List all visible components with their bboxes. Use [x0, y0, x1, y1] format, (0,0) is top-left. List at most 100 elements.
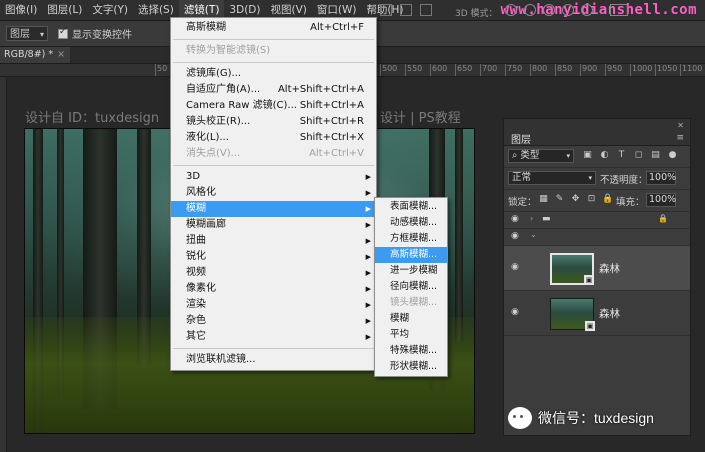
filter-menu-item[interactable]: 杂色 ▶ [171, 313, 376, 329]
blend-mode-dropdown[interactable]: 正常 ▾ [508, 171, 596, 185]
filter-menu-item[interactable]: 其它 ▶ [171, 329, 376, 345]
layer-name[interactable]: 森林 [599, 306, 620, 321]
show-transform-checkbox[interactable] [58, 27, 68, 39]
filter-toggle-icon[interactable]: ● [667, 150, 678, 161]
filter-menu-item[interactable]: 像素化 ▶ [171, 281, 376, 297]
adjustment-filter-icon[interactable]: ◐ [599, 150, 610, 161]
align-right-icon[interactable] [420, 4, 432, 16]
slide-3d-icon[interactable] [562, 4, 574, 16]
filter-menu-item-label: 液化(L)... [186, 132, 229, 143]
scale-3d-icon[interactable] [581, 4, 593, 16]
smart-object-filter-icon[interactable]: ▤ [650, 150, 661, 161]
panel-menu-icon[interactable]: ≡ [676, 133, 684, 143]
filter-menu-item[interactable]: 浏览联机滤镜... [171, 352, 376, 368]
close-panel-icon[interactable]: ✕ [677, 121, 684, 130]
filter-menu-item[interactable]: 高斯模糊 Alt+Ctrl+F [171, 20, 376, 36]
align-center-icon[interactable] [400, 4, 412, 16]
submenu-arrow-icon: ▶ [365, 189, 371, 197]
filter-menu-item[interactable]: 渲染 ▶ [171, 297, 376, 313]
lock-brush-icon[interactable]: ✎ [554, 194, 565, 205]
document-tab-label: RGB/8#) * [4, 49, 54, 60]
layers-panel-header: 图层 ✕ ≡ [504, 119, 690, 146]
shape-filter-icon[interactable]: ◻ [633, 150, 644, 161]
blur-submenu-item-label: 方框模糊... [390, 233, 438, 244]
ruler-number: 650 [457, 64, 473, 73]
opacity-field[interactable]: 100% [646, 171, 676, 185]
blur-submenu-item[interactable]: 平均 [375, 327, 447, 343]
blur-submenu-item[interactable]: 方框模糊... [375, 231, 447, 247]
filter-menu-item[interactable]: 视频 ▶ [171, 265, 376, 281]
ruler-number: 600 [432, 64, 448, 73]
visibility-eye-icon[interactable]: ◉ [511, 307, 519, 317]
menu-type[interactable]: 文字(Y) [87, 0, 133, 20]
chevron-down-icon: ▾ [588, 174, 592, 182]
lock-artboard-icon[interactable]: ⊡ [586, 194, 597, 205]
close-tab-icon[interactable]: × [57, 49, 65, 60]
visibility-eye-icon[interactable]: ◉ [511, 262, 519, 272]
layer-thumbnail: ▣ [550, 298, 595, 331]
blur-submenu-item[interactable]: 动感模糊... [375, 215, 447, 231]
blur-submenu-item[interactable]: 高斯模糊... [375, 247, 447, 263]
vertical-ruler[interactable] [0, 77, 7, 452]
roll-3d-icon[interactable] [524, 4, 536, 16]
expand-chevron-icon[interactable]: › [530, 214, 533, 223]
filter-menu-item[interactable]: 锐化 ▶ [171, 249, 376, 265]
layer-filter-icons: ▣ ◐ T ◻ ▤ ● [582, 150, 678, 161]
filter-menu-item[interactable]: 滤镜库(G)... [171, 66, 376, 82]
blur-submenu-item[interactable]: 特殊模糊... [375, 343, 447, 359]
filter-menu-item[interactable]: 扭曲 ▶ [171, 233, 376, 249]
auto-select-dropdown[interactable]: 图层 ▾ [6, 26, 48, 41]
visibility-eye-icon[interactable]: ◉ [511, 214, 519, 224]
filter-menu-item-label: 高斯模糊 [186, 22, 226, 33]
layer-group-row[interactable]: ◉ › ▬ 🔒 [504, 212, 690, 229]
visibility-eye-icon[interactable]: ◉ [511, 231, 519, 241]
align-left-icon[interactable] [380, 4, 392, 16]
filter-menu-item[interactable]: 模糊画廊 ▶ [171, 217, 376, 233]
menu-layer[interactable]: 图层(L) [42, 0, 87, 20]
wechat-logo-icon [508, 407, 532, 429]
lock-move-icon[interactable]: ✥ [570, 194, 581, 205]
blur-submenu-item[interactable]: 模糊 [375, 311, 447, 327]
blur-submenu-item-label: 表面模糊... [390, 201, 438, 212]
blur-submenu-item[interactable]: 表面模糊... [375, 199, 447, 215]
filter-menu-item[interactable]: Camera Raw 滤镜(C)... Shift+Ctrl+A [171, 98, 376, 114]
blend-mode-value: 正常 [512, 172, 532, 183]
filter-menu-shortcut: Shift+Ctrl+A [299, 100, 364, 111]
submenu-arrow-icon: ▶ [365, 205, 371, 213]
chevron-down-icon: ▾ [566, 152, 570, 160]
layer-row[interactable]: ◉ ▣ 森林 [504, 291, 690, 336]
filter-menu-item[interactable]: 模糊 ▶ [171, 201, 376, 217]
blur-submenu-item[interactable]: 进一步模糊 [375, 263, 447, 279]
rotate-3d-icon[interactable] [505, 4, 517, 16]
lock-transparent-icon[interactable]: ▦ [538, 194, 549, 205]
layers-panel-title: 图层 [511, 135, 531, 146]
filter-menu-item[interactable]: 3D ▶ [171, 169, 376, 185]
filter-menu-item[interactable]: 自适应广角(A)... Alt+Shift+Ctrl+A [171, 82, 376, 98]
filter-menu-item[interactable]: 风格化 ▶ [171, 185, 376, 201]
blur-submenu-item[interactable]: 形状模糊... [375, 359, 447, 375]
type-filter-icon[interactable]: T [616, 150, 627, 161]
blur-submenu-item[interactable]: 径向模糊... [375, 279, 447, 295]
filter-menu-item-label: 转换为智能滤镜(S) [186, 45, 271, 56]
document-tab[interactable]: RGB/8#) * × [0, 47, 70, 63]
video-camera-icon[interactable] [610, 4, 628, 16]
submenu-arrow-icon: ▶ [365, 301, 371, 309]
layer-kind-dropdown[interactable]: ⌕ 类型 ▾ [508, 149, 574, 163]
menu-image[interactable]: 图像(I) [0, 0, 42, 20]
smart-object-icon: ▣ [585, 321, 595, 331]
filter-menu-item-label: 锐化 [186, 251, 206, 262]
filter-menu-item[interactable]: 液化(L)... Shift+Ctrl+X [171, 130, 376, 146]
layer-name[interactable]: 森林 [599, 261, 620, 276]
filter-menu-item[interactable]: 镜头校正(R)... Shift+Ctrl+R [171, 114, 376, 130]
drag-3d-icon[interactable] [543, 4, 555, 16]
lock-all-icon[interactable]: 🔒 [602, 194, 613, 205]
fill-field[interactable]: 100% [646, 193, 676, 207]
layer-row[interactable]: ◉ ▣ 森林 [504, 246, 690, 291]
pixel-filter-icon[interactable]: ▣ [582, 150, 593, 161]
blur-submenu-item-label: 径向模糊... [390, 281, 438, 292]
filter-menu-item-label: 消失点(V)... [186, 148, 241, 159]
layer-group-row[interactable]: ◉ ⌄ [504, 229, 690, 246]
ruler-number: 800 [532, 64, 548, 73]
blur-submenu-item-label: 平均 [390, 329, 410, 340]
collapse-chevron-icon[interactable]: ⌄ [530, 230, 537, 239]
